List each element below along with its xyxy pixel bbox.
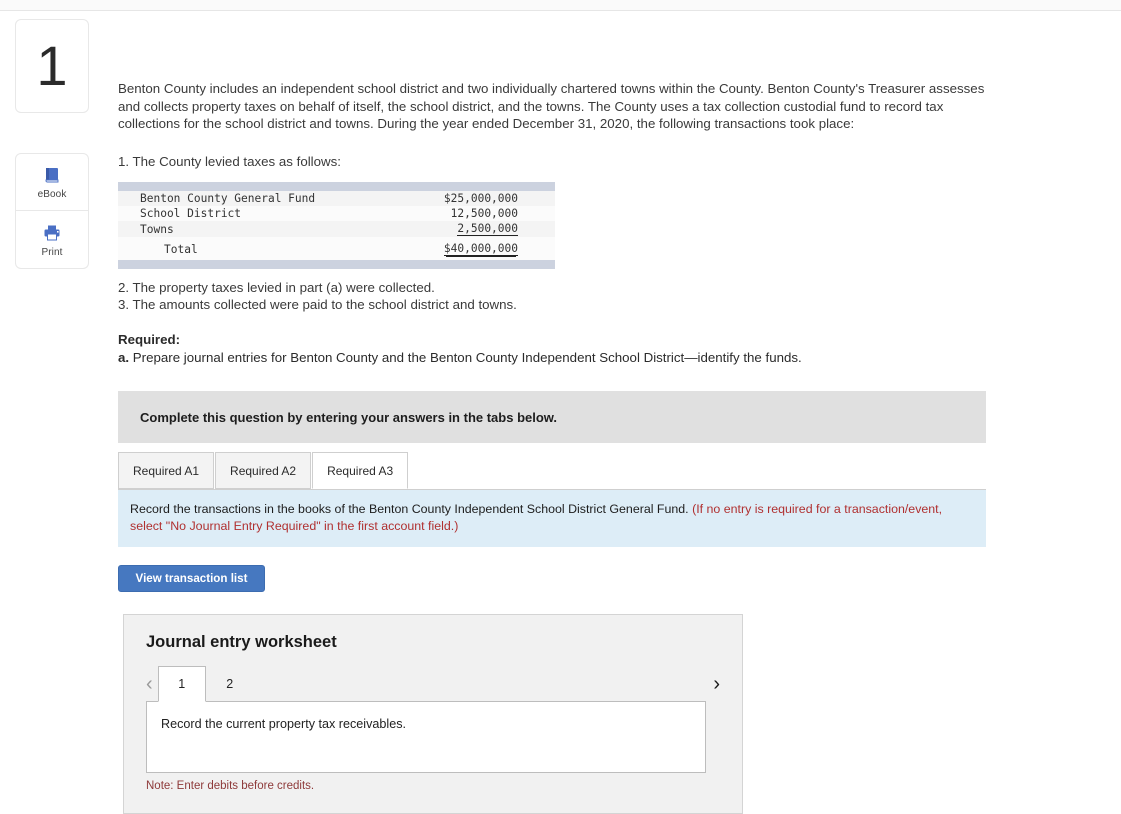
chevron-right-icon[interactable]: ›: [713, 674, 720, 702]
book-icon: [42, 164, 62, 186]
levy-row-amount: 12,500,000: [397, 206, 555, 221]
journal-entry-tab-label: 2: [226, 677, 234, 691]
print-button[interactable]: Print: [15, 211, 89, 269]
complete-question-banner: Complete this question by entering your …: [118, 391, 986, 443]
levy-row-label: School District: [140, 207, 242, 220]
required-block: Required: a. Prepare journal entries for…: [118, 331, 998, 367]
levy-row-label: Total: [164, 242, 198, 256]
question-number-card: 1: [15, 19, 89, 113]
journal-entry-note: Note: Enter debits before credits.: [146, 780, 315, 792]
journal-entry-worksheet-title: Journal entry worksheet: [146, 633, 337, 651]
required-item-a: a. Prepare journal entries for Benton Co…: [118, 349, 998, 367]
complete-question-banner-text: Complete this question by entering your …: [140, 409, 558, 425]
required-item-text: Prepare journal entries for Benton Count…: [132, 350, 802, 365]
journal-entry-worksheet-panel: Journal entry worksheet ‹ 12 › Record th…: [123, 614, 743, 814]
levy-row-label: Towns: [140, 222, 174, 236]
levy-row-amount: $40,000,000: [397, 237, 555, 260]
table-row: Benton County General Fund $25,000,000: [118, 191, 555, 206]
chevron-left-icon[interactable]: ‹: [146, 674, 153, 702]
levy-row-label: Benton County General Fund: [140, 192, 316, 205]
levy-row-amount-value: 12,500,000: [450, 207, 518, 220]
tax-levy-table-wrapper: Benton County General Fund $25,000,000 Sch…: [118, 182, 555, 269]
transaction-item-3: 3. The amounts collected were paid to th…: [118, 297, 517, 312]
journal-entry-body: Record the current property tax receivab…: [146, 701, 706, 773]
table-row: School District 12,500,000: [118, 206, 555, 221]
top-toolbar-strip: [0, 0, 1121, 11]
record-instructions-main: Record the transactions in the books of …: [130, 502, 689, 516]
printer-icon: [41, 222, 63, 244]
journal-entry-tab-label: 1: [178, 677, 186, 691]
main-content: Benton County includes an independent sc…: [118, 80, 998, 814]
required-tabs: Required A1 Required A2 Required A3: [118, 452, 986, 490]
transaction-items: 2. The property taxes levied in part (a)…: [118, 279, 998, 313]
journal-entry-body-text: Record the current property tax receivab…: [161, 717, 406, 731]
journal-entry-tab-2[interactable]: 2: [206, 666, 254, 702]
print-label: Print: [41, 246, 63, 258]
ebook-button[interactable]: eBook: [15, 153, 89, 211]
view-transaction-list-label: View transaction list: [135, 572, 248, 585]
levy-row-amount: 2,500,000: [397, 221, 555, 237]
question-number: 1: [36, 34, 68, 97]
transaction-item-2: 2. The property taxes levied in part (a)…: [118, 280, 435, 295]
tab-required-a3[interactable]: Required A3: [312, 452, 409, 489]
view-transaction-list-button[interactable]: View transaction list: [118, 565, 265, 592]
table-top-bar: [118, 182, 555, 191]
record-instructions-banner: Record the transactions in the books of …: [118, 490, 986, 547]
levy-row-amount-value: 2,500,000: [457, 222, 518, 236]
journal-entry-tab-1[interactable]: 1: [157, 666, 206, 702]
levy-row-amount-value: $40,000,000: [443, 242, 518, 256]
tab-label: Required A1: [133, 463, 200, 478]
transaction-item-1: 1. The County levied taxes as follows:: [118, 153, 341, 169]
table-row: Towns 2,500,000: [118, 221, 555, 237]
required-item-letter: a.: [118, 350, 130, 365]
problem-intro: Benton County includes an independent sc…: [118, 81, 985, 131]
tax-levy-table: Benton County General Fund $25,000,000 Sch…: [118, 191, 555, 260]
tab-required-a2[interactable]: Required A2: [215, 452, 312, 489]
tab-label: Required A3: [327, 463, 394, 478]
left-rail: 1 eBook Print: [15, 19, 91, 269]
tab-required-a1[interactable]: Required A1: [118, 452, 215, 489]
journal-entry-tabs: 12: [157, 666, 254, 702]
table-row: Total $40,000,000: [118, 237, 555, 260]
table-bottom-bar: [118, 260, 555, 269]
required-heading: Required:: [118, 332, 181, 347]
levy-row-amount-value: $25,000,000: [443, 192, 518, 205]
journal-entry-nav: ‹ 12 ›: [146, 666, 720, 702]
ebook-label: eBook: [37, 189, 67, 200]
tab-label: Required A2: [230, 463, 297, 478]
levy-row-amount: $25,000,000: [397, 191, 555, 206]
